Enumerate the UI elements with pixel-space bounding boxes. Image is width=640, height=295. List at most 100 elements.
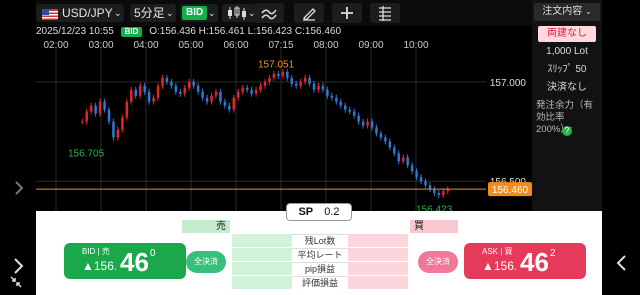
candle-body <box>375 127 378 134</box>
candle-body <box>170 81 173 86</box>
close-all-buy-button[interactable]: 全決済 <box>418 251 458 273</box>
ask-label: ASK | 買 <box>482 247 513 256</box>
ask-price-pips: 46 <box>520 247 549 277</box>
help-icon[interactable]: ? <box>562 126 572 136</box>
candle-body <box>335 97 338 102</box>
bid-sell-button[interactable]: BID | 売 ▲156. 46 0 <box>64 243 186 279</box>
candle-body <box>317 85 320 90</box>
price-tick-label: 157.000 <box>490 78 527 89</box>
symbol-selector[interactable]: USD/JPY ⌄ <box>36 4 124 22</box>
spread-box: SP 0.2 <box>286 203 352 221</box>
info-ohlc: O:156.436 H:156.461 L:156.423 C:156.460 <box>149 26 342 37</box>
candle-body <box>433 189 436 194</box>
info-datetime: 2025/12/23 10:55 <box>36 26 114 37</box>
chevron-down-icon: ⌄ <box>114 8 122 18</box>
chart-canvas[interactable]: 02:00 03:00 04:00 05:00 06:00 07:15 08:00 09:00… <box>36 26 532 215</box>
candle-body <box>281 71 285 76</box>
buy-header: 買 <box>410 220 458 233</box>
candle-body <box>134 89 137 96</box>
candle-body <box>121 117 124 130</box>
indicator-button[interactable] <box>254 3 284 23</box>
candle-body <box>107 109 111 122</box>
info-badge: BID <box>120 27 143 37</box>
order-panel: 注文内容 ⌄ 両建なし 1,000 Lot ｽﾘｯﾌﾟ 50 決済なし 発注余力… <box>532 0 602 211</box>
order-panel-header[interactable]: 注文内容 ⌄ <box>534 3 600 21</box>
high-annotation: 157.051 <box>258 60 295 71</box>
time-tick-label: 10:00 <box>403 40 428 51</box>
price-type-badge: BID <box>182 6 208 20</box>
candle-body <box>161 77 164 86</box>
list-bars-icon <box>379 6 391 21</box>
timeframe-selector[interactable]: 5分足 ⌄ <box>130 4 176 22</box>
candle-body <box>437 193 441 196</box>
expand-chart-icon[interactable] <box>8 178 28 198</box>
candle-body <box>152 97 155 102</box>
candle-body <box>192 81 195 86</box>
candle-body <box>81 121 84 123</box>
candle-body <box>165 77 169 82</box>
draw-button[interactable] <box>294 3 324 23</box>
candle-body <box>147 91 151 102</box>
chart-style-button[interactable]: ⌄ <box>222 4 256 22</box>
candle-body <box>156 85 160 98</box>
price-type-selector[interactable]: BID ⌄ <box>180 4 218 22</box>
candle-body <box>245 87 249 90</box>
sell-header: 売 <box>182 220 230 233</box>
candle-body <box>116 129 120 138</box>
price-chart[interactable]: 02:00 03:00 04:00 05:00 06:00 07:15 08:00 09:00… <box>36 26 532 215</box>
layers-button[interactable] <box>370 3 400 23</box>
timeframe-label: 5分足 <box>134 6 165 20</box>
buy-value-cell <box>348 248 408 261</box>
candle-body <box>179 91 182 94</box>
candle-body <box>263 81 267 86</box>
shrink-icon[interactable] <box>8 274 24 290</box>
candle-body <box>94 105 97 114</box>
candle-body <box>370 121 374 128</box>
candle-body <box>290 77 294 84</box>
candle-body <box>286 71 289 78</box>
candle-body <box>388 141 392 148</box>
candlestick-icon <box>228 6 246 20</box>
candle-body <box>352 111 356 116</box>
slippage-option[interactable]: ｽﾘｯﾌﾟ 50 <box>538 62 596 78</box>
info-bar: 2025/12/23 10:55 BID O:156.436 H:156.461… <box>36 26 341 38</box>
close-all-sell-button[interactable]: 全決済 <box>186 251 226 273</box>
candle-body <box>419 177 423 182</box>
chevron-right-icon[interactable] <box>8 256 28 276</box>
candle-body <box>384 137 387 142</box>
candle-body <box>174 85 178 92</box>
candle-body <box>330 95 334 98</box>
lot-option[interactable]: 1,000 Lot <box>538 44 596 60</box>
crosshair-button[interactable] <box>332 3 362 23</box>
candle-body <box>379 133 383 138</box>
settlement-option[interactable]: 決済なし <box>538 80 596 96</box>
table-row-label: 残Lot数 <box>292 234 348 248</box>
bid-price-prefix: ▲156. <box>82 259 118 273</box>
order-panel-title: 注文内容 <box>542 6 583 17</box>
chevron-left-icon[interactable] <box>612 253 632 273</box>
hedge-option[interactable]: 両建なし <box>538 26 596 42</box>
candle-body <box>112 121 115 138</box>
candle-body <box>205 97 209 102</box>
right-edge <box>602 0 640 211</box>
candle-body <box>321 85 325 90</box>
sell-value-cell <box>232 234 292 247</box>
candle-body <box>361 121 365 126</box>
ask-buy-button[interactable]: ASK | 買 ▲156. 46 2 <box>464 243 586 279</box>
candle-body <box>366 121 369 126</box>
candle-body <box>348 109 351 112</box>
candle-body <box>397 153 401 162</box>
candle-body <box>415 171 418 178</box>
plus-icon <box>341 7 353 19</box>
candle-body <box>237 91 240 98</box>
candle-body <box>219 91 222 102</box>
candle-body <box>254 89 258 94</box>
sell-value-cell <box>232 276 292 289</box>
time-tick-label: 03:00 <box>88 40 113 51</box>
spread-label: SP <box>298 206 314 218</box>
time-tick-label: 04:00 <box>133 40 158 51</box>
candle-body <box>201 91 204 98</box>
current-price-label: 156.460 <box>492 185 529 196</box>
candle-body <box>357 115 360 122</box>
candle-body <box>312 83 316 90</box>
